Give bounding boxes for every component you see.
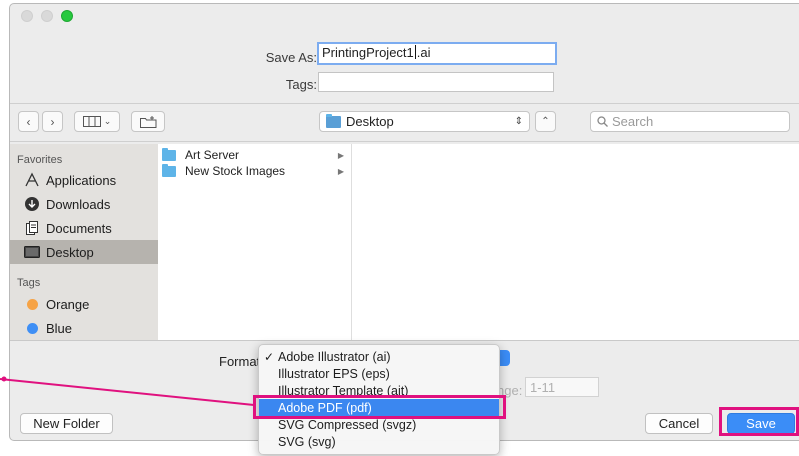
cancel-button[interactable]: Cancel [645,413,713,434]
search-icon [597,116,608,127]
format-label: Format [219,354,261,369]
preview-column [352,144,799,340]
chevron-down-icon: ⌄ [103,116,112,126]
sidebar-item-label: Orange [46,296,90,312]
close-window-button[interactable] [21,10,33,22]
save-as-value-end: .ai [416,45,431,60]
sidebar-item-label: Applications [46,172,117,188]
location-popup[interactable]: Desktop ⇕ [319,111,530,132]
range-value: 1-11 [530,380,556,395]
search-placeholder: Search [612,114,654,129]
folder-icon [162,163,176,177]
back-button[interactable]: ‹ [18,111,39,132]
forward-button[interactable]: › [42,111,63,132]
save-as-label: Save As: [265,50,317,65]
text-caret [414,45,416,59]
downloads-icon [24,196,40,212]
minimize-window-button[interactable] [41,10,53,22]
annotation-highlight-save [719,407,799,436]
menu-item-label: Adobe Illustrator (ai) [278,349,391,364]
tag-color-dot-icon [24,320,40,336]
tags-label: Tags: [285,77,317,92]
menu-item-ai[interactable]: ✓ Adobe Illustrator (ai) [259,348,499,365]
annotation-highlight-pdf [253,395,506,419]
range-field[interactable]: 1-11 [525,377,599,397]
sidebar-item-documents[interactable]: Documents [10,216,158,240]
divider [10,103,799,104]
favorites-heading: Favorites [17,154,63,166]
sidebar: Favorites Applications Downloads Documen… [10,144,158,340]
disclosure-arrow-icon: ▶ [337,150,344,160]
search-field[interactable]: Search [590,111,790,132]
location-label: Desktop [346,114,394,129]
zoom-window-button[interactable] [61,10,73,22]
disclosure-arrow-icon: ▶ [337,166,344,176]
tags-field[interactable] [318,72,554,92]
menu-item-label: SVG (svg) [278,434,336,449]
folder-icon [162,147,176,161]
list-item[interactable]: New Stock Images ▶ [158,163,352,179]
location-popup-body: Desktop ⇕ [319,111,530,132]
checkmark-icon: ✓ [264,349,275,364]
list-item[interactable]: Art Server ▶ [158,147,352,163]
divider [10,141,799,142]
sidebar-item-downloads[interactable]: Downloads [10,192,158,216]
tag-color-dot-icon [24,296,40,312]
menu-item-label: Illustrator EPS (eps) [278,366,390,381]
applications-icon [24,172,40,188]
documents-icon [24,220,40,236]
menu-item-svg[interactable]: SVG (svg) [259,433,499,450]
column-view-icon [82,116,101,127]
sidebar-item-label: Downloads [46,196,111,212]
sidebar-tag-blue[interactable]: Blue [10,316,158,340]
folder-name: New Stock Images [185,164,286,178]
new-folder-button[interactable]: New Folder [20,413,113,434]
chevron-left-icon: ‹ [26,114,31,129]
save-as-field[interactable]: PrintingProject1 .ai [317,42,557,65]
annotation-pointer-line [0,376,255,406]
new-folder-icon [139,115,156,128]
sidebar-item-label: Documents [46,220,112,236]
menu-item-label: SVG Compressed (svgz) [278,417,417,432]
chevron-right-icon: › [50,114,55,129]
chevron-up-icon: ⌃ [541,116,550,127]
save-as-value-start: PrintingProject1 [322,45,414,60]
view-mode-button[interactable]: ⌄ [74,111,120,132]
new-folder-button-label: New Folder [33,416,100,431]
sidebar-item-desktop[interactable]: Desktop [10,240,158,264]
sidebar-tag-orange[interactable]: Orange [10,292,158,316]
file-column: Art Server ▶ New Stock Images ▶ [158,144,352,340]
sidebar-item-label: Blue [46,320,73,336]
updown-chevron-icon: ⇕ [514,116,523,127]
sidebar-item-applications[interactable]: Applications [10,168,158,192]
tags-heading: Tags [17,277,41,289]
menu-item-eps[interactable]: Illustrator EPS (eps) [259,365,499,382]
expand-dialog-button[interactable]: ⌃ [535,111,556,132]
new-folder-toolbar-button[interactable] [131,111,165,132]
desktop-icon [24,244,40,260]
cancel-button-label: Cancel [658,416,700,431]
desktop-folder-icon [326,113,341,128]
title-bar [10,4,799,26]
folder-name: Art Server [185,148,240,162]
sidebar-item-label: Desktop [46,244,94,260]
